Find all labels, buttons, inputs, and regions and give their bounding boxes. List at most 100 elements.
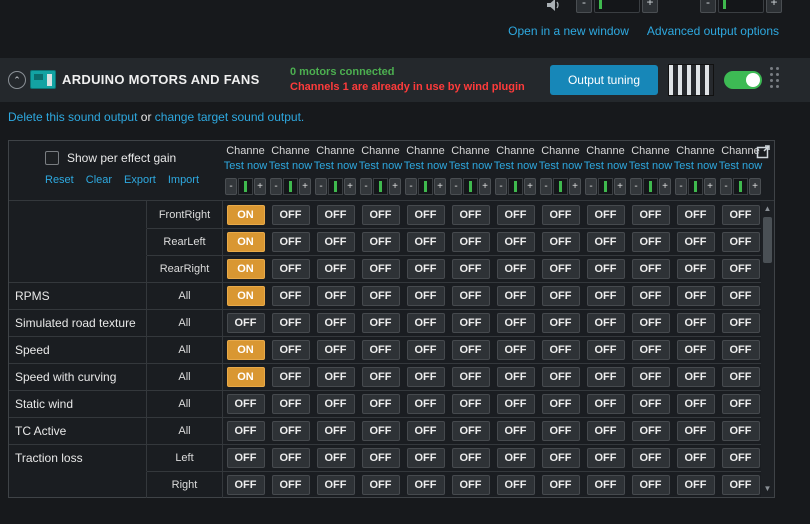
output-toggle[interactable]: OFF (317, 232, 355, 252)
output-toggle[interactable]: OFF (362, 205, 400, 225)
output-toggle[interactable]: OFF (227, 475, 265, 495)
output-toggle[interactable]: OFF (407, 232, 445, 252)
scroll-thumb[interactable] (763, 217, 772, 263)
enable-toggle[interactable] (724, 71, 762, 89)
output-toggle[interactable]: OFF (407, 286, 445, 306)
test-now-link[interactable]: Test now (223, 160, 268, 175)
output-toggle[interactable]: OFF (497, 313, 535, 333)
scroll-up-arrow[interactable]: ▲ (761, 203, 774, 215)
output-toggle[interactable]: OFF (362, 259, 400, 279)
output-toggle[interactable]: OFF (587, 340, 625, 360)
decrease-gain-button[interactable]: - (360, 178, 372, 195)
output-toggle[interactable]: OFF (587, 421, 625, 441)
output-toggle[interactable]: OFF (542, 232, 580, 252)
output-toggle[interactable]: OFF (632, 367, 670, 387)
test-now-link[interactable]: Test now (403, 160, 448, 175)
collapse-chevron-icon[interactable]: ⌃ (8, 71, 26, 89)
output-toggle[interactable]: OFF (677, 286, 715, 306)
output-toggle[interactable]: OFF (227, 448, 265, 468)
show-per-effect-gain-checkbox[interactable] (45, 151, 59, 165)
test-now-link[interactable]: Test now (448, 160, 493, 175)
decrease-gain-button[interactable]: - (675, 178, 687, 195)
output-toggle[interactable]: OFF (542, 448, 580, 468)
output-toggle[interactable]: OFF (272, 421, 310, 441)
test-now-link[interactable]: Test now (268, 160, 313, 175)
increase-gain-button[interactable]: + (749, 178, 761, 195)
decrease-gain-button[interactable]: - (630, 178, 642, 195)
output-toggle[interactable]: OFF (452, 286, 490, 306)
increase-gain-button[interactable]: + (659, 178, 671, 195)
output-toggle[interactable]: OFF (272, 232, 310, 252)
increase-gain-button[interactable]: + (344, 178, 356, 195)
output-toggle[interactable]: OFF (722, 286, 760, 306)
output-toggle[interactable]: OFF (722, 259, 760, 279)
output-toggle[interactable]: OFF (452, 259, 490, 279)
output-toggle[interactable]: OFF (587, 205, 625, 225)
output-toggle[interactable]: OFF (542, 259, 580, 279)
output-toggle[interactable]: OFF (317, 394, 355, 414)
output-toggle[interactable]: OFF (407, 259, 445, 279)
output-toggle[interactable]: OFF (677, 421, 715, 441)
output-toggle[interactable]: OFF (632, 448, 670, 468)
import-link[interactable]: Import (168, 174, 199, 186)
output-toggle[interactable]: OFF (587, 448, 625, 468)
output-toggle[interactable]: OFF (632, 394, 670, 414)
output-toggle[interactable]: OFF (452, 340, 490, 360)
increase-gain-button[interactable]: + (254, 178, 266, 195)
output-toggle[interactable]: OFF (722, 475, 760, 495)
decrease-gain-button[interactable]: - (225, 178, 237, 195)
output-toggle[interactable]: ON (227, 232, 265, 252)
output-toggle[interactable]: OFF (317, 286, 355, 306)
output-toggle[interactable]: OFF (722, 340, 760, 360)
output-toggle[interactable]: OFF (452, 421, 490, 441)
test-now-link[interactable]: Test now (673, 160, 718, 175)
decrease-gain-button[interactable]: - (495, 178, 507, 195)
output-toggle[interactable]: OFF (362, 313, 400, 333)
output-toggle[interactable]: OFF (542, 394, 580, 414)
output-toggle[interactable]: ON (227, 340, 265, 360)
test-now-link[interactable]: Test now (358, 160, 403, 175)
decrease-gain-button[interactable]: - (405, 178, 417, 195)
decrease-gain-button[interactable]: - (315, 178, 327, 195)
vertical-scrollbar[interactable]: ▲ ▼ (761, 201, 774, 497)
change-target-sound-output-link[interactable]: change target sound output. (155, 110, 304, 124)
output-toggle[interactable]: OFF (632, 475, 670, 495)
increase-gain-button[interactable]: + (434, 178, 446, 195)
output-toggle[interactable]: ON (227, 205, 265, 225)
output-toggle[interactable]: ON (227, 286, 265, 306)
increase-gain-button[interactable]: + (642, 0, 658, 13)
output-toggle[interactable]: OFF (407, 313, 445, 333)
output-toggle[interactable]: OFF (497, 286, 535, 306)
output-toggle[interactable]: OFF (497, 232, 535, 252)
decrease-gain-button[interactable]: - (585, 178, 597, 195)
show-per-effect-gain[interactable]: Show per effect gain (45, 151, 199, 165)
output-toggle[interactable]: OFF (362, 475, 400, 495)
increase-gain-button[interactable]: + (704, 178, 716, 195)
output-toggle[interactable]: OFF (362, 286, 400, 306)
output-toggle[interactable]: OFF (542, 475, 580, 495)
clear-link[interactable]: Clear (86, 174, 112, 186)
output-toggle[interactable]: OFF (542, 286, 580, 306)
output-toggle[interactable]: OFF (452, 475, 490, 495)
output-toggle[interactable]: OFF (542, 421, 580, 441)
output-toggle[interactable]: OFF (452, 448, 490, 468)
output-toggle[interactable]: OFF (722, 313, 760, 333)
decrease-gain-button[interactable]: - (576, 0, 592, 13)
output-toggle[interactable]: ON (227, 259, 265, 279)
output-toggle[interactable]: OFF (497, 205, 535, 225)
output-toggle[interactable]: OFF (407, 205, 445, 225)
output-toggle[interactable]: OFF (407, 394, 445, 414)
output-toggle[interactable]: OFF (677, 340, 715, 360)
output-toggle[interactable]: OFF (407, 475, 445, 495)
output-toggle[interactable]: OFF (542, 367, 580, 387)
output-tuning-button[interactable]: Output tuning (550, 65, 658, 95)
output-toggle[interactable]: OFF (677, 313, 715, 333)
output-toggle[interactable]: OFF (407, 448, 445, 468)
output-toggle[interactable]: OFF (452, 232, 490, 252)
output-toggle[interactable]: OFF (452, 367, 490, 387)
output-toggle[interactable]: OFF (317, 205, 355, 225)
output-toggle[interactable]: OFF (677, 205, 715, 225)
open-new-window-link[interactable]: Open in a new window (508, 24, 629, 38)
output-toggle[interactable]: OFF (227, 421, 265, 441)
output-toggle[interactable]: OFF (632, 340, 670, 360)
